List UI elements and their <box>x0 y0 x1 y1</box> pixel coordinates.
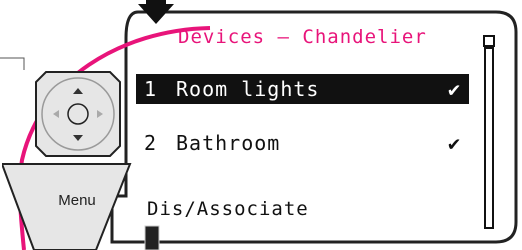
softkey-dis-associate[interactable]: Dis/Associate <box>147 198 309 220</box>
screen-title: Devices — Chandelier <box>178 26 427 48</box>
checkmark-icon: ✔ <box>447 131 461 155</box>
checkmark-icon: ✔ <box>447 77 461 101</box>
list-item-label: Bathroom <box>176 131 281 155</box>
list-item-number: 2 <box>144 131 158 155</box>
down-arrow-bottom-icon <box>144 225 160 250</box>
list-item-bathroom[interactable]: 2 Bathroom ✔ <box>136 128 469 158</box>
menu-button-label: Menu <box>58 192 96 209</box>
list-item-room-lights[interactable]: 1 Room lights ✔ <box>136 74 469 104</box>
pointer-line <box>0 57 25 70</box>
list-item-number: 1 <box>144 77 158 101</box>
list-item-label: Room lights <box>176 77 320 101</box>
scrollbar <box>483 35 495 229</box>
nav-pad[interactable] <box>30 66 126 162</box>
nav-pad-center-button <box>67 103 89 125</box>
